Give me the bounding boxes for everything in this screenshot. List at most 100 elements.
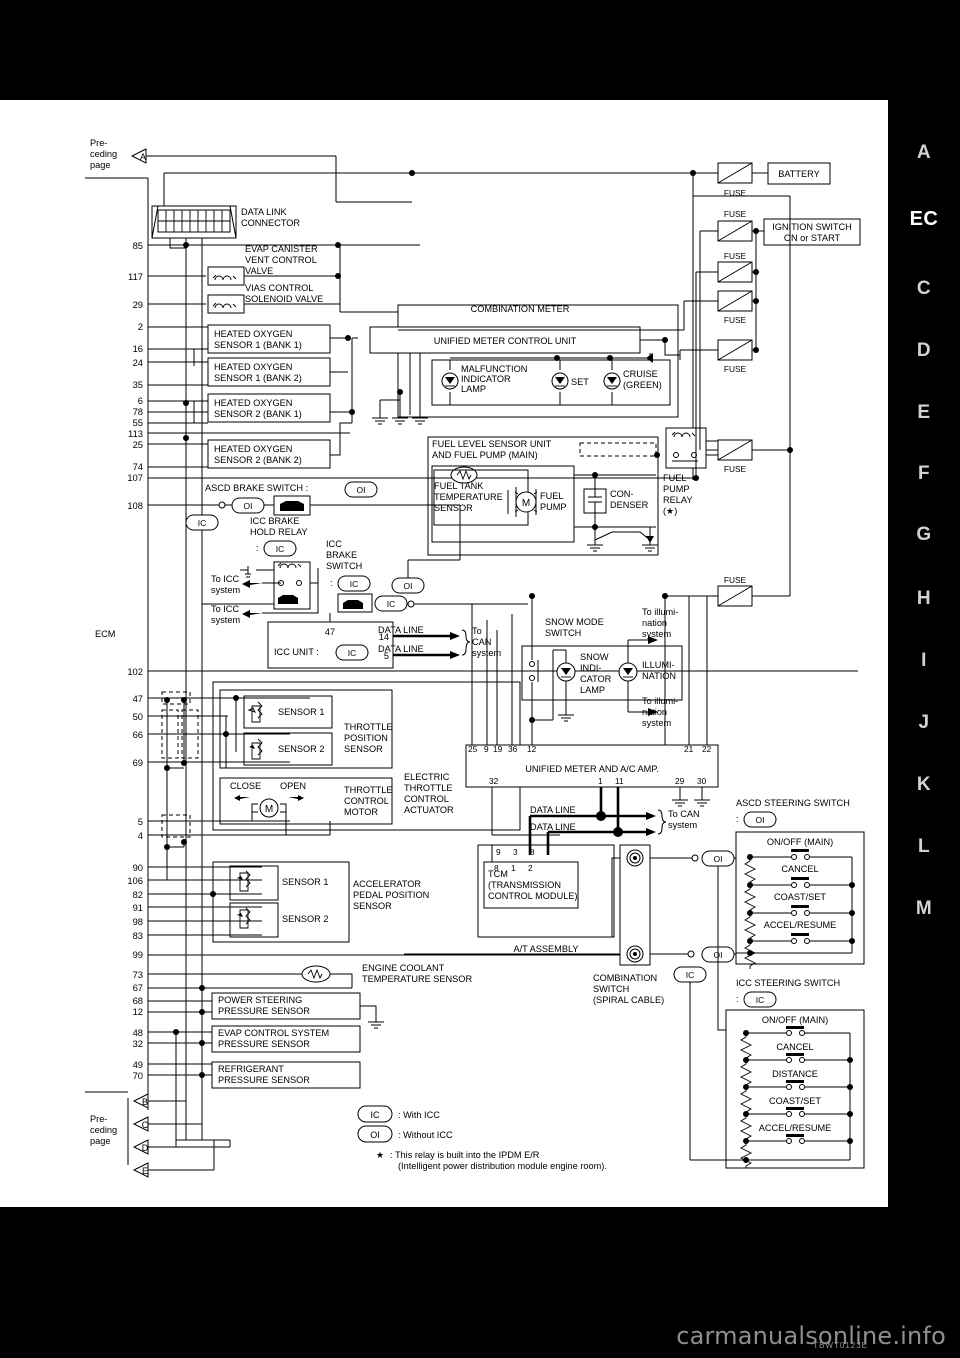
ascd-brake-switch-label: ASCD BRAKE SWITCH : — [205, 483, 308, 493]
icc-hold-relay-label-1: ICC BRAKE — [250, 516, 300, 526]
shield-dashed — [579, 442, 657, 457]
tps-sensor-2-label: SENSOR 2 — [278, 744, 324, 754]
ecm-pin: 67 — [133, 982, 143, 993]
preceding-page-top-line2: ceding — [90, 149, 117, 159]
ascd-steering-switch: ASCD STEERING SWITCH : OI ON/OFF (MAIN) … — [735, 798, 865, 969]
badge-ic-text: IC — [198, 518, 207, 528]
tab-h[interactable]: H — [888, 588, 960, 610]
ects-label-1: ENGINE COOLANT — [362, 963, 445, 973]
mil-label-2: INDICATOR — [461, 374, 511, 384]
tab-g[interactable]: G — [888, 524, 960, 546]
to-can2-line1: To CAN — [668, 809, 700, 819]
ho2s1b1-label-1: HEATED OXYGEN — [214, 329, 292, 339]
refrig-label-2: PRESSURE SENSOR — [218, 1075, 310, 1085]
ftts-label-1: FUEL TANK — [434, 481, 484, 491]
ho2s2b2-label-2: SENSOR 2 (BANK 2) — [214, 455, 302, 465]
fuel-pump-relay-label-1: FUEL — [663, 473, 687, 483]
fuse-label: FUSE — [724, 251, 747, 261]
dlc-label-1: DATA LINK — [241, 207, 287, 217]
ecm-pin: 6 — [138, 395, 143, 406]
heated-oxygen-sensor-2-bank-2: HEATED OXYGEN SENSOR 2 (BANK 2) — [207, 422, 352, 469]
junction-dot — [409, 170, 415, 176]
tab-j[interactable]: J — [888, 712, 960, 734]
legend-oi-text: OI — [370, 1130, 380, 1140]
combination-meter: COMBINATION METER UNIFIED METER CONTROL … — [369, 304, 679, 425]
ecm-pin: 98 — [133, 916, 143, 927]
connector-label-e: E — [142, 1166, 148, 1176]
legend: IC : With ICC OI : Without ICC ★ : This … — [357, 1105, 607, 1171]
tab-ec[interactable]: EC — [888, 208, 960, 231]
ecm-pin: 55 — [133, 417, 143, 428]
evap-canister-vent-control-valve: EVAP CANISTER VENT CONTROL VALVE — [207, 244, 340, 286]
tps-label-1: THROTTLE — [344, 722, 393, 732]
set-label: SET — [571, 377, 589, 387]
fuel-unit-label-2: AND FUEL PUMP (MAIN) — [432, 450, 538, 460]
connector-label-d: D — [142, 1143, 149, 1153]
icc-btn-label: CANCEL — [776, 1042, 813, 1052]
evap-valve-label-1: EVAP CANISTER — [245, 244, 318, 254]
fuse-label: FUSE — [724, 575, 747, 585]
icc-unit: 47 ICC UNIT : IC 14 5 DATA LINE DATA LIN… — [267, 613, 501, 669]
tab-d[interactable]: D — [888, 340, 960, 362]
section-tab-column: A EC C D E F G H I J K L M — [888, 100, 960, 1207]
mil-label-1: MALFUNCTION — [461, 364, 527, 374]
fuel-pump-relay-label-4: (★) — [663, 506, 677, 516]
icc-hold-relay-colon: : — [256, 543, 259, 553]
condenser-label-2: DENSER — [610, 500, 649, 510]
ftts-label-2: TEMPERATURE — [434, 492, 503, 502]
icc-steering-switch: ICC STEERING SWITCH : IC ON/OFF (MAIN) C… — [690, 978, 865, 1169]
icc-brake-switch-label-2: BRAKE — [326, 550, 357, 560]
ecm-pin: 82 — [133, 889, 143, 900]
illum-label-2: NATION — [642, 671, 676, 681]
tab-l[interactable]: L — [888, 836, 960, 858]
tab-e[interactable]: E — [888, 402, 960, 424]
ecm-label: ECM — [95, 629, 115, 639]
legend-relay-note-2: (Intelligent power distribution module e… — [398, 1161, 607, 1171]
badge-oi-text: OI — [714, 854, 723, 864]
ecm-pin: 68 — [133, 995, 143, 1006]
icc-steering-label: ICC STEERING SWITCH — [736, 978, 840, 988]
tab-m[interactable]: M — [888, 898, 960, 920]
condenser-label-1: CON- — [610, 489, 633, 499]
vias-control-solenoid-valve: VIAS CONTROL SOLENOID VALVE — [207, 283, 340, 314]
ecm-pin: 69 — [133, 757, 143, 768]
accelerator-pedal-position-sensor: ACCELERATOR PEDAL POSITION SENSOR SENSOR… — [210, 861, 429, 943]
snow-mode-label-1: SNOW MODE — [545, 617, 604, 627]
ho2s1b2-label-2: SENSOR 1 (BANK 2) — [214, 373, 302, 383]
legend-star: ★ — [376, 1150, 384, 1160]
power-steering-pressure-sensor: POWER STEERING PRESSURE SENSOR — [199, 985, 384, 1029]
icc-brake-switch: ICC BRAKE SWITCH : IC IC OI — [326, 539, 528, 613]
ecm-pin: 49 — [133, 1059, 143, 1070]
ecm-pin: 91 — [133, 902, 143, 913]
snow-ind-label-3: CATOR — [580, 674, 612, 684]
fuel-pump-relay: FUEL PUMP RELAY (★) — [663, 427, 718, 516]
tcmotor-label-3: MOTOR — [344, 807, 378, 817]
ho2s2b2-label-1: HEATED OXYGEN — [214, 444, 292, 454]
unified-meter-and-ac-amp: UNIFIED METER AND A/C AMP. 25 9 19 36 12… — [465, 596, 719, 855]
tab-c[interactable]: C — [888, 278, 960, 300]
to-illum-1-line1: To illumi- — [642, 607, 678, 617]
snow-mode-label-2: SWITCH — [545, 628, 581, 638]
umaa-pin-bottom: 29 — [675, 776, 685, 786]
fuse-label: FUSE — [724, 315, 747, 325]
ecm-shield-boxes — [161, 691, 199, 880]
ignition-switch-label-1: IGNITION SWITCH — [772, 222, 852, 232]
tab-a[interactable]: A — [888, 142, 960, 164]
ects-label-2: TEMPERATURE SENSOR — [362, 974, 472, 984]
fuel-unit-label-1: FUEL LEVEL SENSOR UNIT — [432, 439, 552, 449]
ecm-pin: 90 — [133, 862, 143, 873]
tab-i[interactable]: I — [888, 650, 960, 672]
cruise-label-1: CRUISE — [623, 369, 658, 379]
to-illum-2-line3: system — [642, 718, 671, 728]
tab-k[interactable]: K — [888, 774, 960, 796]
tcm-pin-top: 8 — [530, 847, 535, 857]
umaa-pin-top: 25 — [468, 744, 478, 754]
ecm-pin: 47 — [133, 693, 143, 704]
tab-f[interactable]: F — [888, 463, 960, 485]
umaa-label: UNIFIED METER AND A/C AMP. — [525, 764, 659, 774]
tcm-label-3: CONTROL MODULE) — [488, 891, 578, 901]
wiring-diagram: Pre- ceding page A ECM FUSE BATTERY DATA… — [85, 138, 865, 1178]
apps-label-2: PEDAL POSITION — [353, 890, 429, 900]
badge-oi-text: OI — [357, 485, 366, 495]
vias-label-2: SOLENOID VALVE — [245, 294, 323, 304]
